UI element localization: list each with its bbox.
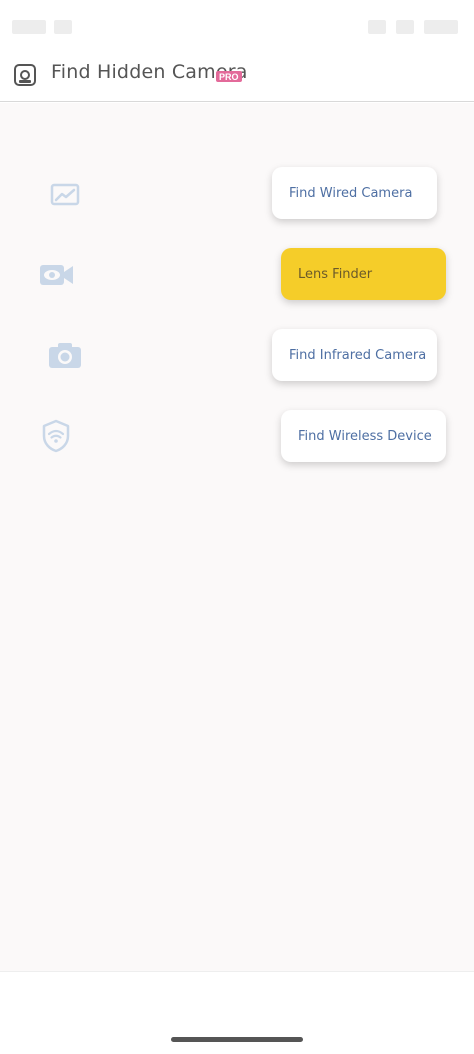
wifi-status-icon [368, 20, 386, 34]
wifi-shield-icon [41, 419, 71, 453]
status-left [12, 20, 72, 34]
main-content: Find Wired Camera Lens Finder Find Infra… [0, 103, 474, 971]
camera-icon [47, 340, 83, 370]
lens-finder-button[interactable]: Lens Finder [281, 248, 446, 300]
battery-icon [424, 20, 458, 34]
chart-icon [48, 180, 82, 210]
footer-divider [0, 971, 474, 972]
gesture-nav-handle[interactable] [171, 1037, 303, 1042]
find-infrared-camera-button[interactable]: Find Infrared Camera [272, 329, 437, 381]
signal-icon [12, 20, 46, 34]
app-logo-icon [14, 64, 36, 86]
find-wireless-device-button[interactable]: Find Wireless Device [281, 410, 446, 462]
cell-status-icon [396, 20, 414, 34]
status-dot-icon [54, 20, 72, 34]
video-eye-icon [39, 260, 75, 290]
pro-badge[interactable]: PRO [216, 71, 242, 82]
status-right [368, 20, 458, 34]
status-bar [0, 0, 474, 56]
find-wired-camera-button[interactable]: Find Wired Camera [272, 167, 437, 219]
app-bar: Find Hidden Camera PRO [0, 56, 474, 102]
